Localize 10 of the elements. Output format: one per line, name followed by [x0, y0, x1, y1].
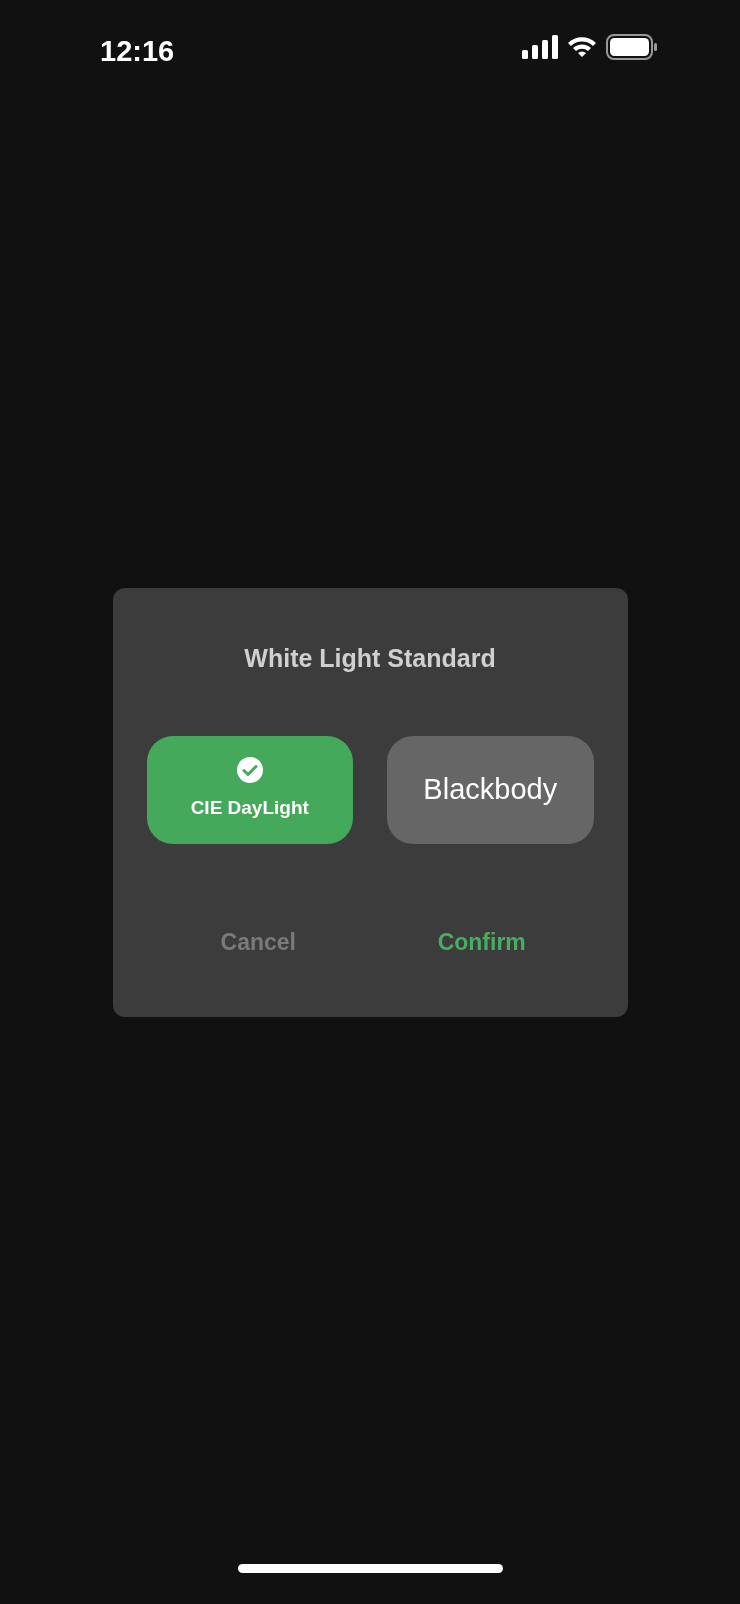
- status-time: 12:16: [100, 34, 175, 68]
- wifi-icon: [566, 35, 598, 59]
- signal-icon: [522, 35, 558, 59]
- check-icon: [235, 756, 264, 785]
- option-button[interactable]: CIE DayLight: [146, 735, 353, 844]
- dialog-title: White Light Standard: [244, 643, 496, 674]
- confirm-button[interactable]: Confirm: [370, 923, 594, 960]
- option-button[interactable]: Blackbody: [387, 735, 594, 844]
- cancel-button[interactable]: Cancel: [146, 923, 370, 960]
- battery-icon: [606, 34, 658, 60]
